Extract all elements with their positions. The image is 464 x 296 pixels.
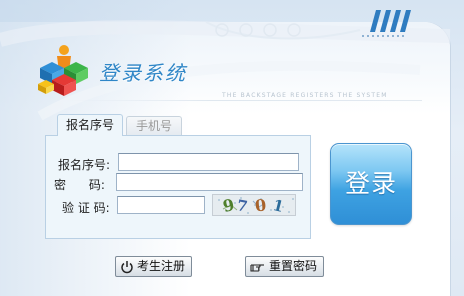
power-icon	[121, 260, 133, 273]
password-label: 密 码:	[54, 178, 105, 192]
tab-registration-number[interactable]: 报名序号	[57, 114, 123, 136]
tagline: THE BACKSTAGE REGISTERS THE SYSTEM	[222, 92, 388, 99]
reset-password-button-label: 重置密码	[269, 259, 318, 273]
login-button[interactable]: 登录	[330, 143, 412, 225]
password-input[interactable]	[116, 173, 303, 191]
register-button-label: 考生注册	[137, 259, 186, 273]
captcha-char-3: 0	[254, 195, 268, 216]
page-title: 登录系统	[99, 61, 187, 85]
tab-phone-number[interactable]: 手机号	[126, 116, 182, 136]
reset-password-button[interactable]: 重置密码	[245, 256, 324, 277]
tagline-divider	[66, 100, 422, 101]
registration-number-label: 报名序号:	[58, 158, 111, 172]
captcha-input[interactable]	[117, 196, 205, 214]
hand-pointer-icon	[250, 263, 264, 272]
header-stripes-icon	[370, 10, 411, 32]
registration-number-input[interactable]	[118, 153, 299, 171]
register-button[interactable]: 考生注册	[115, 256, 192, 277]
captcha-label: 验 证 码:	[62, 201, 110, 215]
header-dots-icon	[362, 35, 404, 37]
captcha-image[interactable]: 9 7 0 1	[212, 194, 296, 216]
logo-icon	[38, 45, 88, 96]
